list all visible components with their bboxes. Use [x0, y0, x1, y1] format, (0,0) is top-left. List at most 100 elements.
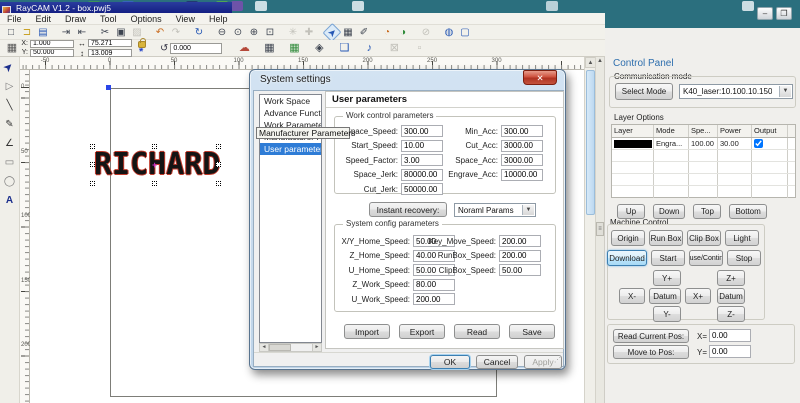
- pos-y-input[interactable]: [709, 345, 751, 358]
- weld-icon[interactable]: ✚: [302, 26, 316, 39]
- selection-handle-sw[interactable]: [90, 181, 95, 186]
- zoom-icon[interactable]: ⊙: [231, 26, 245, 39]
- chevron-down-icon[interactable]: ▼: [779, 86, 791, 97]
- export-icon[interactable]: ⇤: [75, 26, 89, 39]
- selection-handle-nw[interactable]: [90, 144, 95, 149]
- close-icon[interactable]: ✕: [523, 70, 557, 85]
- width-input[interactable]: [88, 39, 132, 47]
- simulate-icon[interactable]: ◔: [380, 26, 394, 39]
- jog-z-plus-button[interactable]: Z+: [717, 270, 745, 286]
- jog-y-minus-button[interactable]: Y-: [653, 306, 681, 322]
- machine-button[interactable]: Light: [725, 230, 759, 246]
- io-button[interactable]: Import: [344, 324, 390, 339]
- ratio-icon[interactable]: *: [139, 49, 146, 56]
- restore-button[interactable]: ❐: [776, 7, 792, 20]
- scroll-left-icon[interactable]: ◄: [260, 344, 269, 351]
- layer-power-cell[interactable]: 30.00: [718, 138, 752, 149]
- io-button[interactable]: Save: [509, 324, 555, 339]
- z-datum-button[interactable]: Datum: [717, 288, 745, 304]
- param-input[interactable]: [501, 154, 543, 166]
- selection-handle-e[interactable]: [216, 162, 221, 167]
- layer-table-icon[interactable]: ▦: [341, 26, 355, 39]
- xy-datum-button[interactable]: Datum: [649, 288, 681, 304]
- undo-icon[interactable]: ↶: [153, 26, 167, 39]
- display-icon[interactable]: ▢: [458, 26, 472, 39]
- y-position-input[interactable]: [30, 49, 74, 57]
- pick-icon[interactable]: ➤: [322, 22, 341, 41]
- globe-icon[interactable]: ◍: [442, 26, 456, 39]
- layer-order-button[interactable]: Top: [693, 204, 721, 219]
- canvas-vertical-scrollbar[interactable]: ▲: [584, 57, 595, 403]
- jog-z-minus-button[interactable]: Z-: [717, 306, 745, 322]
- pos-x-input[interactable]: [709, 329, 751, 342]
- cancel-button[interactable]: Cancel: [476, 355, 518, 369]
- param-input[interactable]: [499, 235, 541, 247]
- move-to-pos-button[interactable]: Move to Pos:: [613, 345, 689, 359]
- rotation-input[interactable]: [170, 43, 222, 54]
- node-edit-tool[interactable]: ▷: [2, 80, 17, 94]
- lock-icon[interactable]: [138, 41, 146, 48]
- layer-color-swatch[interactable]: [614, 140, 652, 148]
- trace-icon[interactable]: ✳: [286, 26, 300, 39]
- open-icon[interactable]: ⊐: [20, 26, 34, 39]
- param-input[interactable]: [413, 279, 455, 291]
- io-button[interactable]: Export: [399, 324, 445, 339]
- close-all-icon[interactable]: ▫: [412, 42, 426, 55]
- layer-row[interactable]: Engra... 100.00 30.00: [612, 138, 795, 150]
- column-header[interactable]: Output: [752, 125, 788, 137]
- layer-speed-cell[interactable]: 100.00: [689, 138, 718, 149]
- menu-item[interactable]: Tool: [93, 14, 124, 24]
- tree-item-user-parameters[interactable]: User parameters: [260, 143, 322, 155]
- param-input[interactable]: [501, 140, 543, 152]
- grid-snap-icon[interactable]: ▦: [5, 42, 19, 55]
- tree-item-advance-functions[interactable]: Advance Functions: [260, 107, 321, 119]
- read-current-pos-button[interactable]: Read Current Pos:: [613, 329, 689, 343]
- column-header[interactable]: Power: [718, 125, 752, 137]
- start-button[interactable]: Start: [651, 250, 685, 266]
- copy-icon[interactable]: ▣: [114, 26, 128, 39]
- redo-icon[interactable]: ↷: [169, 26, 183, 39]
- system-settings-dialog[interactable]: System settings ✕ Work Space Advance Fun…: [249, 69, 566, 370]
- polyline-tool[interactable]: ∠: [2, 137, 17, 151]
- text-tool[interactable]: A: [2, 194, 17, 208]
- menu-item[interactable]: Help: [202, 14, 235, 24]
- cut-icon[interactable]: ✂: [98, 26, 112, 39]
- zoom-out-icon[interactable]: ⊖: [215, 26, 229, 39]
- tree-item-work-space[interactable]: Work Space: [260, 95, 321, 107]
- jog-x-minus-button[interactable]: X-: [619, 288, 645, 304]
- output-icon[interactable]: ◑: [396, 26, 410, 39]
- cloud-icon[interactable]: ☁: [237, 42, 251, 55]
- machine-button[interactable]: Run Box: [649, 230, 683, 246]
- layer-mode-cell[interactable]: Engra...: [654, 138, 689, 149]
- layer-output-checkbox[interactable]: [754, 139, 763, 148]
- pen-tool[interactable]: ✎: [2, 118, 17, 132]
- layer-order-button[interactable]: Up: [617, 204, 645, 219]
- rectangle-tool[interactable]: ▭: [2, 156, 17, 170]
- fit-icon[interactable]: ⊠: [387, 42, 401, 55]
- tool-icon[interactable]: ✐: [357, 26, 371, 39]
- selection-handle-s[interactable]: [152, 181, 157, 186]
- pause-continue-button[interactable]: Pause/Continue: [689, 250, 723, 266]
- instant-recovery-button[interactable]: Instant recovery:: [369, 202, 447, 217]
- height-input[interactable]: [88, 49, 132, 57]
- selection-handle-w[interactable]: [90, 162, 95, 167]
- param-input[interactable]: [499, 250, 541, 262]
- param-input[interactable]: [413, 293, 455, 305]
- layer-order-button[interactable]: Bottom: [729, 204, 766, 219]
- menu-item[interactable]: File: [0, 14, 29, 24]
- scrollbar-thumb[interactable]: [586, 70, 595, 215]
- menu-item[interactable]: Edit: [29, 14, 59, 24]
- work-area-origin-handle[interactable]: [106, 85, 111, 90]
- stop-button[interactable]: Stop: [727, 250, 761, 266]
- ellipse-tool[interactable]: ◯: [2, 175, 17, 189]
- zoom-window-icon[interactable]: ⊡: [263, 26, 277, 39]
- param-input[interactable]: [499, 264, 541, 276]
- resize-grip-icon[interactable]: ⋰: [554, 356, 561, 364]
- menu-item[interactable]: Draw: [58, 14, 93, 24]
- array-copy-icon[interactable]: ▦: [287, 42, 301, 55]
- pan-icon[interactable]: ↻: [192, 26, 206, 39]
- collapse-arrow-icon[interactable]: ▲: [596, 58, 604, 67]
- splitter-grip-icon[interactable]: ≡: [596, 222, 604, 236]
- layer-order-button[interactable]: Down: [653, 204, 685, 219]
- sound-icon[interactable]: ♪: [362, 42, 376, 55]
